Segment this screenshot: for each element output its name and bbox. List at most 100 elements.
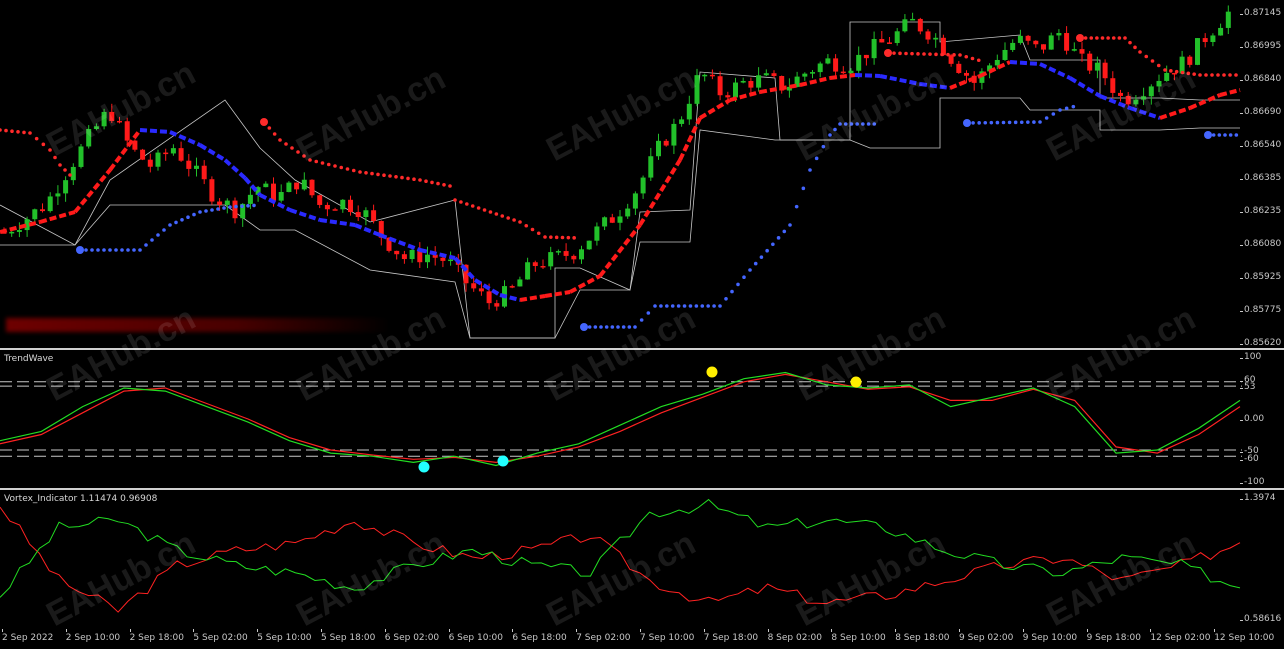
candle-body (86, 128, 92, 147)
time-tick-label: 2 Sep 18:00 (129, 629, 184, 643)
trend-line-segment (698, 98, 732, 120)
stop-dot (1106, 36, 1110, 40)
bear-candle (232, 197, 238, 224)
stop-dot (1150, 59, 1155, 63)
candle-body (178, 148, 184, 161)
stop-dot (1083, 36, 1088, 40)
stop-dot (1044, 116, 1049, 120)
trend-line-segment (829, 73, 856, 80)
candle-body (286, 182, 292, 193)
candle-body (902, 19, 908, 32)
candle-body (401, 254, 407, 260)
trendwave-axis[interactable]: 100 60 53 0.00 -50 -60 -100 (1239, 350, 1284, 488)
trend-line-segment (1219, 88, 1241, 97)
stop-dot (234, 204, 238, 209)
time-tick-label: 7 Sep 18:00 (703, 629, 759, 643)
stop-dot (302, 154, 306, 158)
candle-body (756, 75, 762, 88)
bear-candle (1033, 40, 1039, 48)
stop-dot (1089, 36, 1094, 40)
bear-candle (609, 213, 615, 224)
bull-candle (1210, 33, 1216, 47)
bull-candle (825, 54, 831, 65)
bear-candle (925, 29, 931, 44)
bear-candle (887, 37, 892, 44)
candle-body (702, 74, 708, 77)
candle-body (55, 193, 61, 197)
price-chart-pane[interactable] (0, 0, 1242, 348)
bear-candle (509, 284, 515, 289)
stop-dot (1222, 73, 1226, 77)
blue-stop-dots-2 (580, 122, 877, 331)
stop-dot (1234, 133, 1239, 137)
price-axis[interactable]: 0.87145 0.86995 0.86840 0.86690 0.86540 0.863… (1239, 0, 1284, 348)
candle-body (917, 18, 923, 32)
stop-dot (736, 282, 740, 287)
bear-candle (109, 103, 115, 124)
stop-dot (855, 122, 859, 126)
stop-dot (838, 122, 842, 126)
vortex-red-line (0, 506, 1241, 613)
stop-dot (240, 204, 244, 208)
candle-body (348, 199, 353, 213)
stop-start-marker (76, 246, 84, 254)
trendwave-red-line (0, 373, 1241, 464)
stop-dot (459, 200, 463, 204)
bear-candle (1125, 92, 1131, 108)
stop-dot (388, 174, 392, 178)
bull-candle (686, 95, 692, 125)
bear-candle (1118, 89, 1123, 102)
candle-body (101, 111, 107, 127)
cyan-signal-marker (497, 455, 509, 467)
candle-body (525, 262, 531, 280)
time-tick-label: 8 Sep 02:00 (767, 629, 822, 643)
vortex-axis[interactable]: 1.3974 0.58616 (1239, 490, 1284, 629)
stop-dot (1186, 71, 1191, 76)
trend-line-segment (379, 233, 421, 252)
bull-candle (756, 67, 762, 92)
red-stop-dots-2 (260, 118, 576, 240)
stop-dot (168, 223, 172, 227)
vortex-pane[interactable]: Vortex_Indicator 1.11474 0.96908 (0, 490, 1242, 629)
trend-line-segment (139, 128, 171, 134)
vortex-tick-label: 0.58616 (1239, 614, 1282, 624)
price-tick-label: 0.86385 (1239, 173, 1282, 183)
price-tick-label: 0.85620 (1239, 338, 1282, 348)
candle-body (740, 80, 746, 83)
stop-dot (759, 255, 764, 259)
stop-dot (549, 235, 553, 239)
time-axis[interactable]: 2 Sep 2022 2 Sep 10:00 2 Sep 18:00 5 Sep 02… (0, 629, 1284, 649)
stop-dot (801, 186, 806, 191)
stop-dot (753, 261, 758, 266)
stop-dot (1204, 73, 1208, 77)
stop-dot (1026, 120, 1030, 124)
stop-dot (278, 138, 282, 142)
stop-dot (1100, 36, 1105, 40)
bull-candle (1071, 42, 1077, 52)
blurred-label (6, 318, 391, 332)
stop-dot (1051, 112, 1056, 116)
bull-candle (286, 181, 292, 193)
stop-dot (1144, 54, 1149, 59)
time-tick-label: 9 Sep 02:00 (959, 629, 1014, 643)
bull-candle (894, 28, 900, 46)
candle-body (70, 166, 76, 181)
candle-body (679, 119, 685, 124)
bear-candle (186, 153, 192, 177)
bull-candle (910, 12, 916, 21)
bear-candle (294, 182, 300, 195)
stop-dot (506, 216, 510, 220)
stop-dot (916, 52, 920, 56)
bear-candle (324, 202, 330, 217)
bull-candle (702, 73, 708, 82)
stop-start-marker (1204, 131, 1212, 139)
bear-candle (540, 259, 546, 270)
time-tick-label: 2 Sep 10:00 (65, 629, 121, 643)
stop-dot (554, 235, 559, 240)
stop-dot (1163, 68, 1167, 72)
stop-dot (560, 235, 565, 240)
candle-body (1033, 40, 1039, 45)
trendwave-pane[interactable]: TrendWave (0, 350, 1242, 488)
stop-dot (412, 177, 416, 181)
stop-dot (866, 122, 871, 126)
